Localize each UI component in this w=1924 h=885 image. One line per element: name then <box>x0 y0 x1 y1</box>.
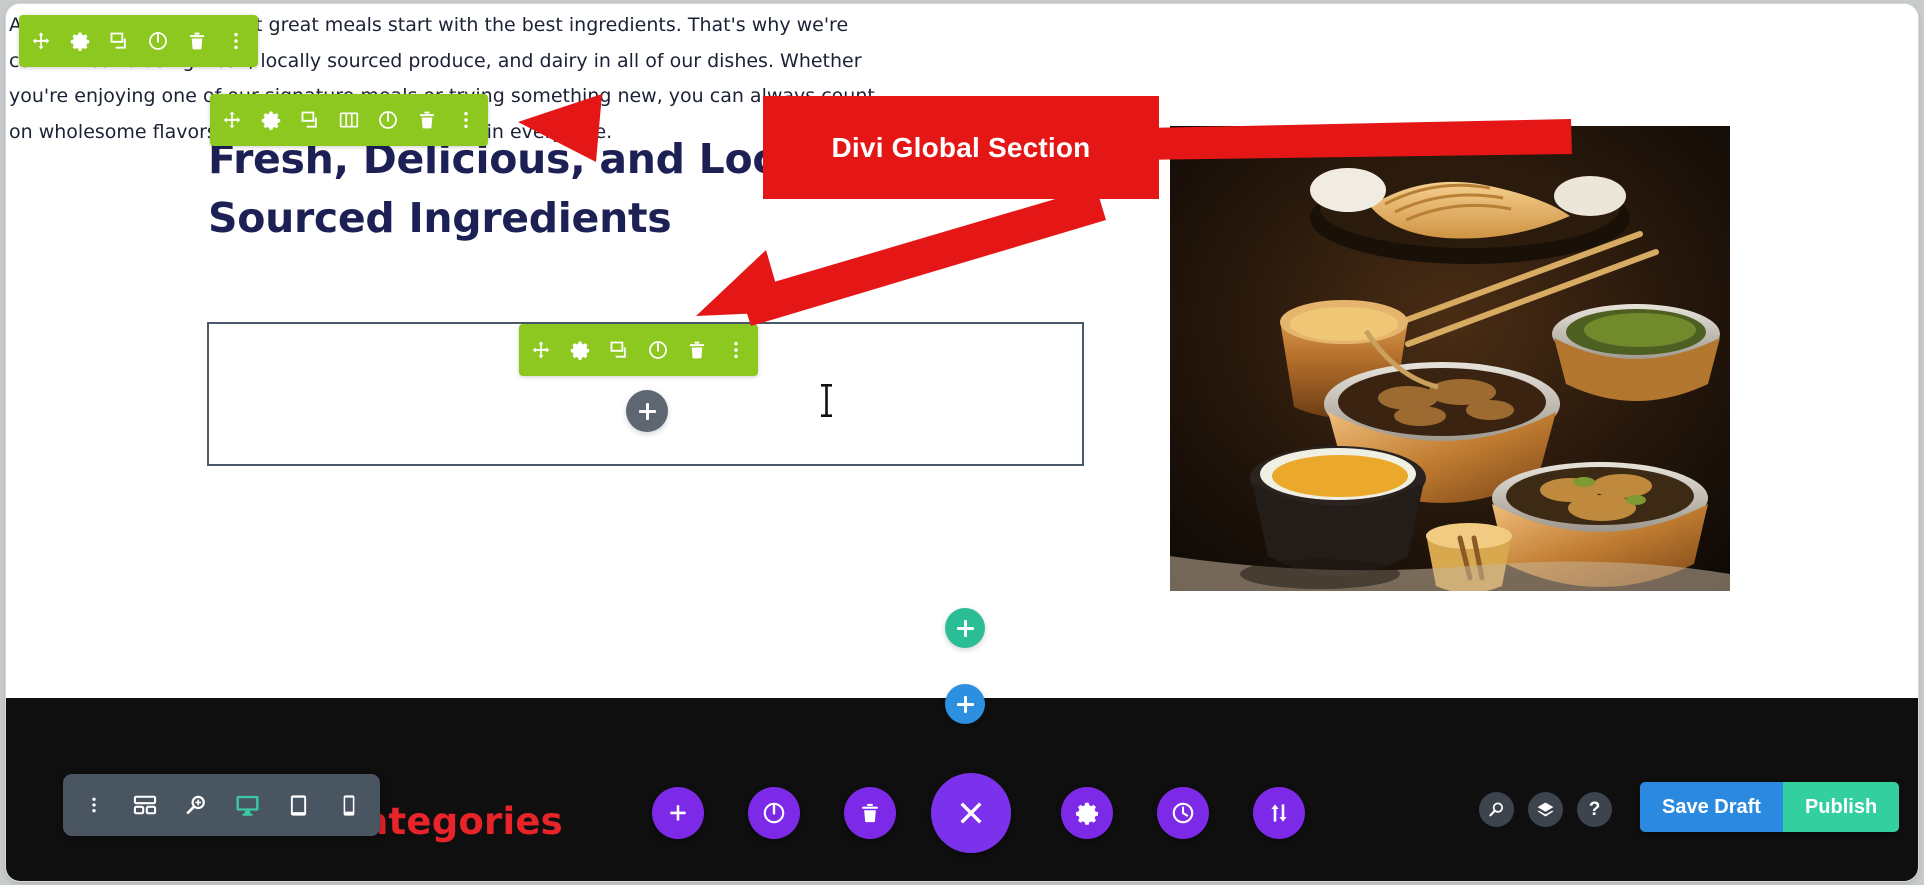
text-cursor-icon <box>821 384 832 417</box>
wireframe-icon[interactable] <box>132 789 157 821</box>
add-row-button[interactable] <box>945 608 985 648</box>
move-icon[interactable] <box>31 31 51 51</box>
gear-icon[interactable] <box>70 31 90 51</box>
gear-icon[interactable] <box>570 340 590 360</box>
publish-button[interactable]: Publish <box>1782 782 1900 832</box>
power-icon[interactable] <box>148 31 168 51</box>
ellipsis-vertical-icon[interactable] <box>456 110 476 130</box>
responsive-view-bar[interactable] <box>63 774 380 836</box>
desktop-icon[interactable] <box>235 789 260 821</box>
move-icon[interactable] <box>222 110 242 130</box>
trash-icon[interactable] <box>687 340 707 360</box>
ellipsis-vertical-icon[interactable] <box>226 31 246 51</box>
search-button[interactable] <box>1479 792 1514 827</box>
editing-history-button[interactable] <box>1157 787 1209 839</box>
help-button[interactable]: ? <box>1577 792 1612 827</box>
layers-icon[interactable] <box>1528 792 1563 827</box>
move-icon[interactable] <box>531 340 551 360</box>
section-toolbar[interactable] <box>19 15 258 67</box>
columns-icon[interactable] <box>339 110 359 130</box>
page-canvas: Fresh, Delicious, and Locally Sourced In… <box>6 4 1918 881</box>
duplicate-icon[interactable] <box>300 110 320 130</box>
trash-icon[interactable] <box>417 110 437 130</box>
ellipsis-vertical-icon[interactable] <box>726 340 746 360</box>
clear-layout-button[interactable] <box>844 787 896 839</box>
gear-icon[interactable] <box>261 110 281 130</box>
add-from-library-button[interactable] <box>652 787 704 839</box>
power-icon[interactable] <box>378 110 398 130</box>
close-builder-button[interactable] <box>931 773 1011 853</box>
add-section-button[interactable] <box>945 684 985 724</box>
module-toolbar[interactable] <box>519 324 758 376</box>
row-toolbar[interactable] <box>210 94 488 146</box>
help-icon: ? <box>1588 799 1601 820</box>
hero-food-image <box>1170 126 1730 591</box>
zoom-out-icon[interactable] <box>183 789 208 821</box>
phone-icon[interactable] <box>337 789 362 821</box>
ellipsis-vertical-icon[interactable] <box>81 789 106 821</box>
trash-icon[interactable] <box>187 31 207 51</box>
publish-button-group[interactable]: Save Draft Publish <box>1640 782 1900 832</box>
power-toggle-button[interactable] <box>748 787 800 839</box>
page-settings-button[interactable] <box>1061 787 1113 839</box>
browser-viewport: Fresh, Delicious, and Locally Sourced In… <box>6 4 1918 881</box>
power-icon[interactable] <box>648 340 668 360</box>
add-module-button[interactable] <box>626 390 668 432</box>
duplicate-icon[interactable] <box>609 340 629 360</box>
divi-visual-builder-screen: Fresh, Delicious, and Locally Sourced In… <box>0 0 1924 885</box>
save-draft-button[interactable]: Save Draft <box>1640 782 1783 832</box>
portability-button[interactable] <box>1253 787 1305 839</box>
duplicate-icon[interactable] <box>109 31 129 51</box>
tablet-icon[interactable] <box>286 789 311 821</box>
